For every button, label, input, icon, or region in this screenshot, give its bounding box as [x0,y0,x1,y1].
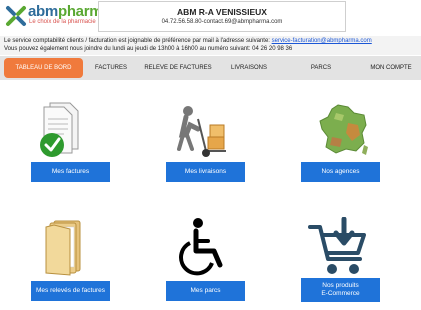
france-map-icon[interactable] [318,103,370,157]
abm-logo-icon [6,6,26,26]
delivery-hand-truck-icon[interactable] [176,105,234,159]
mes-livraisons-button[interactable]: Mes livraisons [166,162,245,182]
mes-releves-de-factures-button[interactable]: Mes relevés de factures [31,281,110,301]
folders-icon[interactable] [44,219,84,277]
nav-releve-de-factures[interactable]: RELEVE DE FACTURES [138,56,218,80]
nav-mon-compte[interactable]: MON COMPTE [363,56,419,80]
agency-contact: 04.72.56.58.80-contact.69@abmpharma.com [161,19,283,25]
wheelchair-icon[interactable] [176,217,232,277]
shopping-cart-download-icon[interactable] [308,217,370,277]
nav-livraisons[interactable]: LIVRAISONS [220,56,278,80]
header: abmpharma Le choix de la pharmacie ABM R… [0,0,421,36]
mes-factures-button[interactable]: Mes factures [31,162,110,182]
brand-tagline: Le choix de la pharmacie [29,19,96,25]
billing-hours-line: Vous pouvez également nous joindre du lu… [4,46,293,52]
nav-factures[interactable]: FACTURES [86,56,136,80]
dashboard-main: Mes factures Mes livraisons Nos agences … [0,81,421,310]
main-nav: TABLEAU DE BORD FACTURES RELEVE DE FACTU… [0,56,421,80]
nav-parcs[interactable]: PARCS [300,56,342,80]
agency-box: ABM R-A VENISSIEUX 04.72.56.58.80-contac… [98,1,346,32]
agency-name: ABM R-A VENISSIEUX [177,7,267,17]
billing-info-line: Le service comptabilité clients / factur… [4,38,372,44]
nav-tableau-de-bord[interactable]: TABLEAU DE BORD [4,58,83,78]
billing-email-link[interactable]: service-facturation@abmpharma.com [272,38,372,44]
nos-produits-ecommerce-button[interactable]: Nos produits E-Commerce [301,278,380,302]
invoice-check-icon[interactable] [36,101,84,161]
mes-parcs-button[interactable]: Mes parcs [166,281,245,301]
info-band: Le service comptabilité clients / factur… [0,36,421,55]
nos-agences-button[interactable]: Nos agences [301,162,380,182]
